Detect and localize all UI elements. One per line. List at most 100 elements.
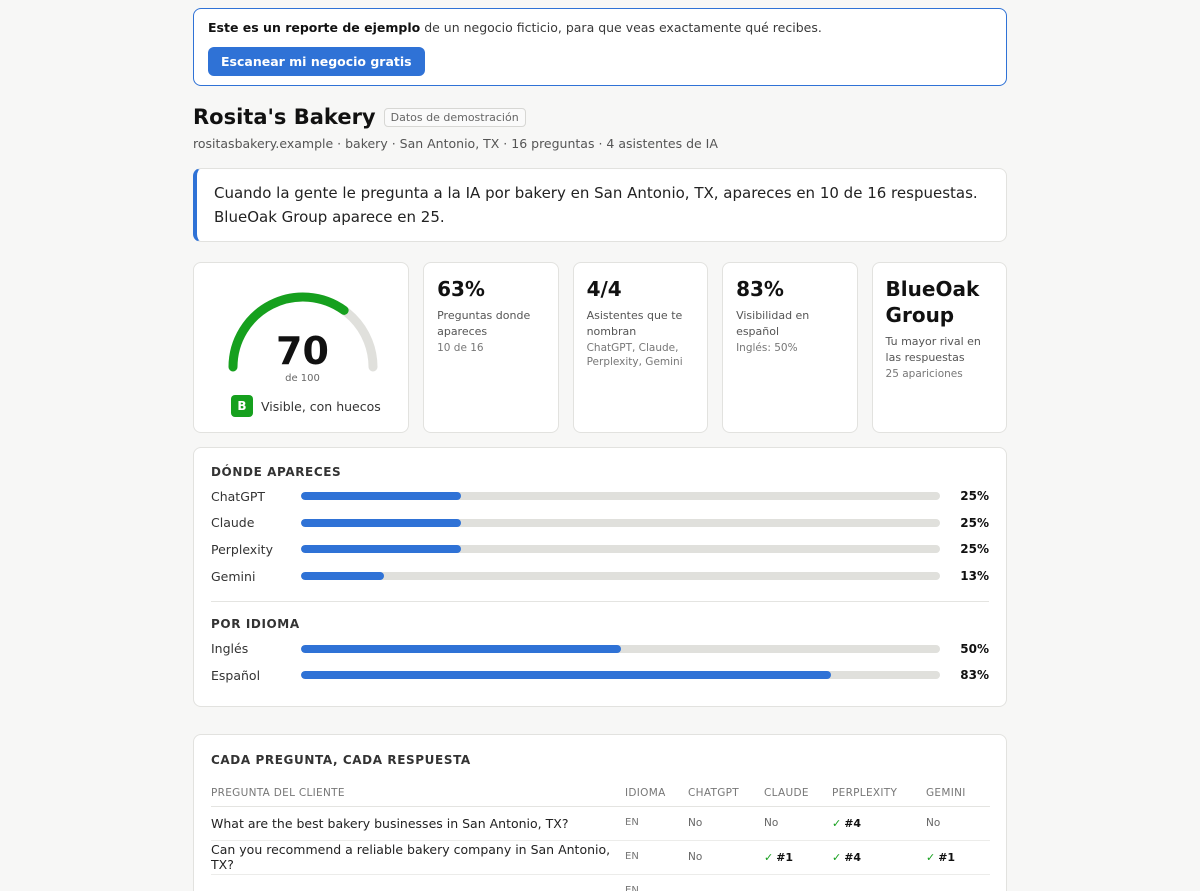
gemini-cell: ✓ #1 [926,840,990,875]
stat-card-spanish: 83% Visibilidad en español Inglés: 50% [722,262,858,433]
language-cell: EN [625,840,688,875]
rank-text: #4 [844,850,862,864]
visibility-panel: DÓNDE APARECES ChatGPT 25% Claude 25% Pe… [193,447,1007,707]
chatgpt-cell: No [688,840,764,875]
bar-fill [301,518,461,527]
table-row: Can you recommend a reliable bakery comp… [211,840,990,875]
bar-track [301,545,940,554]
col-claude: CLAUDE [764,786,832,807]
bar-row-spanish: Español 83% [211,662,989,689]
question-cell: Can you recommend a reliable bakery comp… [211,840,625,875]
claude-cell [764,874,832,891]
gemini-cell [926,874,990,891]
stat-card-assistants: 4/4 Asistentes que te nombran ChatGPT, C… [572,262,709,433]
table-row: EN [211,874,990,891]
check-icon: ✓ [926,850,936,864]
bar-label: Claude [211,515,255,531]
stat-value: 63% [437,277,485,301]
title-row: Rosita's Bakery Datos de demostración [193,105,1007,129]
table-header-row: PREGUNTA DEL CLIENTE IDIOMA CHATGPT CLAU… [211,786,990,807]
question-cell [211,874,625,891]
bar-label: Gemini [211,568,256,584]
questions-panel: CADA PREGUNTA, CADA RESPUESTA PREGUNTA D… [193,733,1007,891]
rank-text: #1 [776,850,794,864]
language-cell: EN [625,874,688,891]
stat-value: 4/4 [586,277,622,301]
bar-row-chatgpt: ChatGPT 25% [211,483,989,510]
grade-row: B Visible, con huecos [231,395,381,417]
col-question: PREGUNTA DEL CLIENTE [211,786,625,807]
language-title: POR IDIOMA [211,617,300,632]
questions-table: PREGUNTA DEL CLIENTE IDIOMA CHATGPT CLAU… [211,786,990,891]
bar-row-perplexity: Perplexity 25% [211,536,989,563]
bar-row-gemini: Gemini 13% [211,563,989,590]
bar-percent: 13% [960,569,989,584]
stat-card-rival: BlueOak Group Tu mayor rival en las resp… [871,262,1008,433]
where-title: DÓNDE APARECES [211,465,342,479]
scan-business-button[interactable]: Escanear mi negocio gratis [208,47,425,76]
stat-sub: Inglés: 50% [736,342,798,354]
bar-label: Perplexity [211,541,273,557]
bar-fill [301,671,832,680]
stat-sub: ChatGPT, Claude, Perplexity, Gemini [586,342,683,368]
bar-fill [301,572,385,581]
chatgpt-cell [688,874,764,891]
rank-text: #1 [938,850,956,864]
perplexity-cell [832,874,926,891]
perplexity-cell: ✓ #4 [832,840,926,875]
bar-fill [301,492,461,501]
stat-sub: 25 apariciones [885,368,963,380]
check-icon: ✓ [832,816,842,830]
bar-percent: 83% [960,668,989,683]
language-cell: EN [625,806,688,841]
report-page: Este es un reporte de ejemplo de un nego… [193,8,1008,891]
question-cell: What are the best bakery businesses in S… [211,806,625,841]
perplexity-cell: ✓ #4 [832,806,926,841]
bar-percent: 50% [960,641,989,656]
divider [211,601,989,603]
bar-label: Español [211,667,261,683]
stat-label: Preguntas donde apareces [437,309,531,338]
col-gemini: GEMINI [926,786,990,807]
bar-track [301,518,940,527]
bar-track [301,644,940,653]
gemini-cell: No [926,806,990,841]
rank-text: #4 [844,816,862,830]
language-bars: Inglés 50% Español 83% [211,635,989,688]
banner-rest: de un negocio ficticio, para que veas ex… [420,20,822,35]
questions-title: CADA PREGUNTA, CADA RESPUESTA [211,752,471,767]
grade-label: Visible, con huecos [261,398,381,414]
claude-cell: No [764,806,832,841]
summary-callout: Cuando la gente le pregunta a la IA por … [193,168,1007,242]
page-title: Rosita's Bakery [193,105,376,129]
score-value: 70 [276,329,329,373]
where-bars: ChatGPT 25% Claude 25% Perplexity 25% Ge… [211,483,989,589]
claude-cell: ✓ #1 [764,840,832,875]
stat-sub: 10 de 16 [437,342,484,354]
demo-banner: Este es un reporte de ejemplo de un nego… [193,8,1007,86]
questions-body: What are the best bakery businesses in S… [211,806,990,891]
score-card: 70 de 100 B Visible, con huecos [193,262,410,433]
bar-row-claude: Claude 25% [211,510,989,537]
bar-track [301,492,940,501]
bar-row-english: Inglés 50% [211,635,989,662]
business-subline: rositasbakery.example · bakery · San Ant… [193,136,718,151]
col-language: IDIOMA [625,786,688,807]
stat-card-questions: 63% Preguntas donde apareces 10 de 16 [423,262,559,433]
stat-value: BlueOak Group [885,277,980,327]
bar-fill [301,545,461,554]
bar-track [301,671,940,680]
demo-badge: Datos de demostración [383,107,526,127]
chatgpt-cell: No [688,806,764,841]
stat-label: Tu mayor rival en las respuestas [885,335,981,364]
stat-cards: 70 de 100 B Visible, con huecos 63% Preg… [193,262,1008,433]
bar-label: ChatGPT [211,488,266,504]
bar-track [301,572,940,581]
stat-value: 83% [736,277,784,301]
check-icon: ✓ [764,850,774,864]
table-row: What are the best bakery businesses in S… [211,806,990,841]
check-icon: ✓ [832,850,842,864]
bar-percent: 25% [960,489,989,504]
col-chatgpt: CHATGPT [688,786,764,807]
banner-text: Este es un reporte de ejemplo de un nego… [208,20,992,35]
